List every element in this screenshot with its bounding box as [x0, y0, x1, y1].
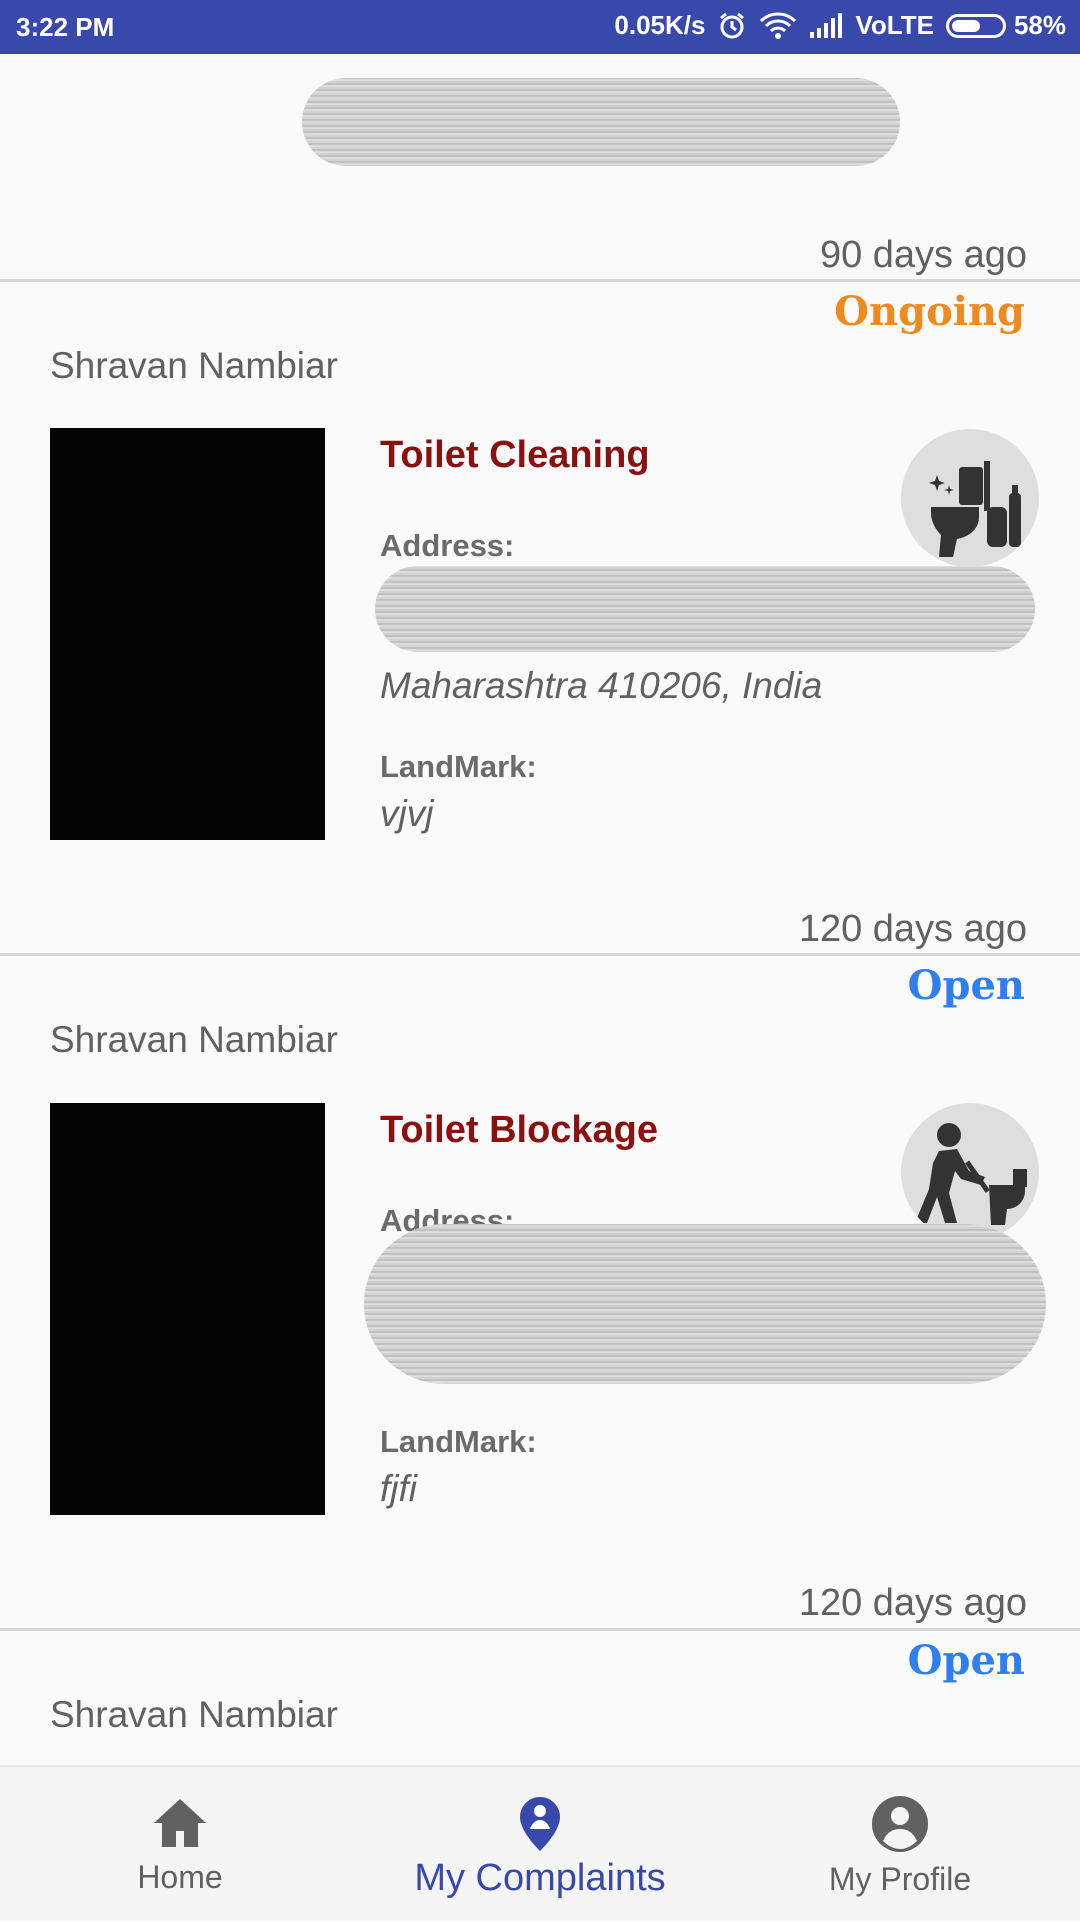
network-speed: 0.05K/s	[614, 10, 706, 40]
bottom-navigation: Home My Complaints My Profile	[0, 1765, 1080, 1920]
landmark-value: vjvj	[380, 793, 434, 834]
status-time: 3:22 PM	[16, 12, 115, 42]
nav-home[interactable]: Home	[80, 1767, 280, 1922]
complaint-user-name: Shravan Nambiar	[50, 1019, 338, 1060]
divider	[0, 279, 1080, 282]
landmark-label: LandMark:	[380, 1424, 537, 1459]
complaint-user-name: Shravan Nambiar	[50, 1694, 338, 1735]
address-label: Address:	[380, 528, 515, 563]
complaint-time-ago: 120 days ago	[798, 908, 1027, 950]
landmark-label: LandMark:	[380, 749, 537, 784]
nav-home-label: Home	[137, 1859, 223, 1895]
account-circle-icon	[872, 1796, 928, 1852]
nav-my-complaints[interactable]: My Complaints	[380, 1767, 700, 1922]
complaint-photo[interactable]	[50, 1103, 325, 1515]
battery-indicator: 58%	[945, 10, 1066, 41]
redacted-header	[302, 78, 900, 166]
alarm-icon	[717, 11, 747, 41]
location-pin-icon	[520, 1797, 560, 1851]
home-icon	[154, 1799, 206, 1847]
battery-icon	[945, 13, 1006, 38]
complaint-status: Open	[907, 962, 1025, 1009]
complaint-time-ago: 120 days ago	[798, 1582, 1027, 1624]
status-icons: 0.05K/s VoLTE 58%	[614, 10, 1066, 41]
redacted-address	[364, 1224, 1046, 1384]
battery-percent: 58%	[1013, 10, 1066, 40]
toilet-cleaning-icon	[901, 429, 1039, 567]
nav-my-profile-label: My Profile	[828, 1861, 972, 1897]
complaint-status: Ongoing	[834, 288, 1025, 335]
redacted-address	[375, 566, 1035, 652]
divider	[0, 953, 1080, 956]
nav-my-profile[interactable]: My Profile	[800, 1767, 1000, 1922]
complaint-user-name: Shravan Nambiar	[50, 345, 338, 386]
nav-my-complaints-label: My Complaints	[414, 1857, 666, 1899]
complaint-photo[interactable]	[50, 428, 325, 840]
landmark-value: fjfi	[380, 1468, 417, 1509]
address-value: Maharashtra 410206, India	[380, 665, 823, 706]
wifi-icon	[759, 11, 797, 40]
network-type: VoLTE	[855, 10, 934, 40]
toilet-plunger-icon	[901, 1103, 1039, 1241]
complaint-status: Open	[907, 1637, 1025, 1684]
status-bar: 3:22 PM 0.05K/s VoLTE 58%	[0, 0, 1080, 54]
complaint-category: Toilet Blockage	[380, 1109, 659, 1151]
signal-icon	[809, 12, 843, 39]
complaint-time-ago: 90 days ago	[819, 234, 1027, 276]
divider	[0, 1628, 1080, 1631]
complaint-category: Toilet Cleaning	[380, 434, 650, 476]
